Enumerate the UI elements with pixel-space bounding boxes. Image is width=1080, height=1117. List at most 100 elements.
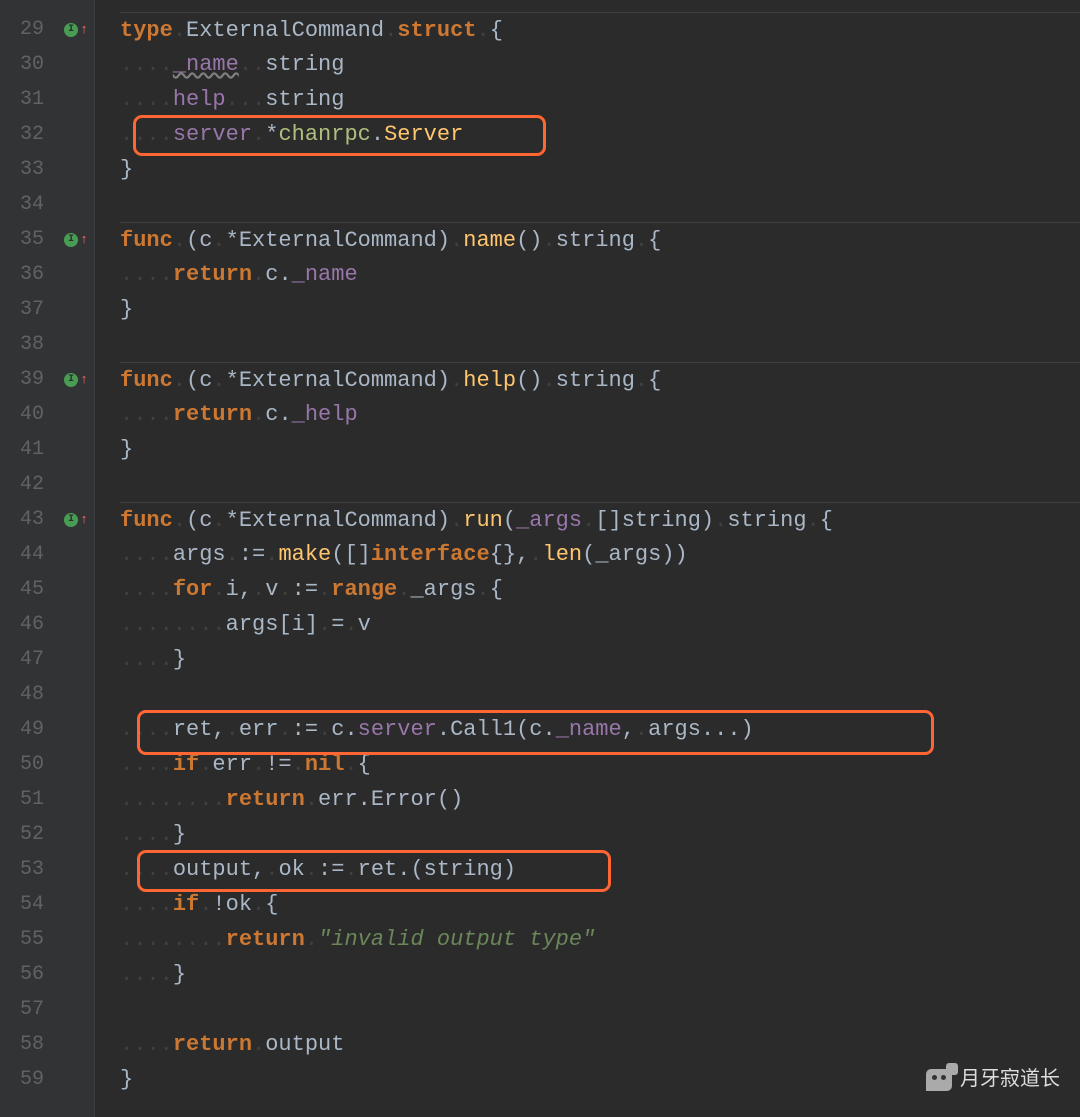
line-number: 45 — [0, 572, 52, 607]
line-number: 32 — [0, 117, 52, 152]
code-line[interactable]: ....} — [120, 642, 1080, 677]
bulb-icon: I — [64, 513, 78, 527]
gutter-row: 52 — [0, 817, 94, 852]
gutter-row: 51 — [0, 782, 94, 817]
gutter-row: 44 — [0, 537, 94, 572]
inspection-marker[interactable]: I↑ — [64, 502, 88, 537]
line-number: 47 — [0, 642, 52, 677]
gutter-row: 55 — [0, 922, 94, 957]
line-number: 41 — [0, 432, 52, 467]
gutter-row: 49 — [0, 712, 94, 747]
line-number: 54 — [0, 887, 52, 922]
code-line[interactable]: ....} — [120, 957, 1080, 992]
code-line[interactable]: } — [120, 292, 1080, 327]
code-line[interactable] — [120, 467, 1080, 502]
code-area[interactable]: type.ExternalCommand.struct.{ ...._name.… — [95, 0, 1080, 1117]
gutter-row: 50 — [0, 747, 94, 782]
inspection-marker[interactable]: I↑ — [64, 222, 88, 257]
code-line[interactable]: ........return.err.Error() — [120, 782, 1080, 817]
line-number: 48 — [0, 677, 52, 712]
arrow-up-icon: ↑ — [80, 502, 88, 537]
code-line[interactable]: ........return."invalid output type" — [120, 922, 1080, 957]
line-number: 42 — [0, 467, 52, 502]
arrow-up-icon: ↑ — [80, 222, 88, 257]
bulb-icon: I — [64, 23, 78, 37]
line-number: 50 — [0, 747, 52, 782]
line-number: 44 — [0, 537, 52, 572]
line-number: 38 — [0, 327, 52, 362]
code-line[interactable]: func.(c.*ExternalCommand).run(_args.[]st… — [120, 502, 1080, 537]
gutter-row: 59 — [0, 1062, 94, 1097]
line-number: 43 — [0, 502, 52, 537]
gutter-row: 46 — [0, 607, 94, 642]
code-line[interactable]: type.ExternalCommand.struct.{ — [120, 12, 1080, 47]
gutter-row: 54 — [0, 887, 94, 922]
arrow-up-icon: ↑ — [80, 12, 88, 47]
code-line[interactable]: } — [120, 152, 1080, 187]
code-line[interactable] — [120, 677, 1080, 712]
inspection-marker[interactable]: I↑ — [64, 362, 88, 397]
code-line[interactable]: ....output,.ok.:=.ret.(string) — [120, 852, 1080, 887]
line-number: 35 — [0, 222, 52, 257]
gutter-row: 58 — [0, 1027, 94, 1062]
gutter-row: 29 I↑ — [0, 12, 94, 47]
code-line[interactable]: func.(c.*ExternalCommand).name().string.… — [120, 222, 1080, 257]
watermark-text: 月牙寂道长 — [960, 1062, 1060, 1097]
code-line[interactable]: ....return.output — [120, 1027, 1080, 1062]
code-line[interactable]: ....return.c._help — [120, 397, 1080, 432]
code-line[interactable]: ....} — [120, 817, 1080, 852]
line-number: 30 — [0, 47, 52, 82]
line-number: 33 — [0, 152, 52, 187]
code-line[interactable]: ...._name..string — [120, 47, 1080, 82]
gutter-row: 42 — [0, 467, 94, 502]
arrow-up-icon: ↑ — [80, 362, 88, 397]
code-line[interactable]: ....for.i,.v.:=.range._args.{ — [120, 572, 1080, 607]
gutter-row: 47 — [0, 642, 94, 677]
inspection-marker[interactable]: I↑ — [64, 12, 88, 47]
code-line[interactable]: ....server.*chanrpc.Server — [120, 117, 1080, 152]
gutter-row: 53 — [0, 852, 94, 887]
gutter-row: 57 — [0, 992, 94, 1027]
line-number: 49 — [0, 712, 52, 747]
code-line[interactable]: ....return.c._name — [120, 257, 1080, 292]
gutter-row: 35 I↑ — [0, 222, 94, 257]
code-line[interactable] — [120, 992, 1080, 1027]
line-number: 46 — [0, 607, 52, 642]
gutter-row: 34 — [0, 187, 94, 222]
line-number: 57 — [0, 992, 52, 1027]
line-number: 58 — [0, 1027, 52, 1062]
code-line[interactable]: } — [120, 432, 1080, 467]
line-number: 31 — [0, 82, 52, 117]
line-number: 34 — [0, 187, 52, 222]
code-line[interactable]: ....ret,.err.:=.c.server.Call1(c._name,.… — [120, 712, 1080, 747]
bulb-icon: I — [64, 233, 78, 247]
line-number: 55 — [0, 922, 52, 957]
gutter-row: 48 — [0, 677, 94, 712]
gutter-row: 43 I↑ — [0, 502, 94, 537]
code-line[interactable] — [120, 327, 1080, 362]
line-number: 56 — [0, 957, 52, 992]
code-line[interactable]: func.(c.*ExternalCommand).help().string.… — [120, 362, 1080, 397]
code-line[interactable]: ....help...string — [120, 82, 1080, 117]
gutter-row: 38 — [0, 327, 94, 362]
gutter-row: 41 — [0, 432, 94, 467]
code-line[interactable]: ....if.!ok.{ — [120, 887, 1080, 922]
code-line[interactable]: ........args[i].=.v — [120, 607, 1080, 642]
gutter-row: 30 — [0, 47, 94, 82]
code-line[interactable]: ....if.err.!=.nil.{ — [120, 747, 1080, 782]
code-line[interactable] — [120, 187, 1080, 222]
gutter-row: 56 — [0, 957, 94, 992]
line-number: 29 — [0, 12, 52, 47]
gutter-row: 39I↑ — [0, 362, 94, 397]
gutter-row: 33 — [0, 152, 94, 187]
code-line[interactable]: ....args.:=.make([]interface{},.len(_arg… — [120, 537, 1080, 572]
line-number: 53 — [0, 852, 52, 887]
gutter-row: 40 — [0, 397, 94, 432]
line-number: 40 — [0, 397, 52, 432]
line-number: 59 — [0, 1062, 52, 1097]
line-number: 52 — [0, 817, 52, 852]
line-number: 37 — [0, 292, 52, 327]
gutter-row: 37 — [0, 292, 94, 327]
gutter-row: 36 — [0, 257, 94, 292]
gutter-row: 31 — [0, 82, 94, 117]
